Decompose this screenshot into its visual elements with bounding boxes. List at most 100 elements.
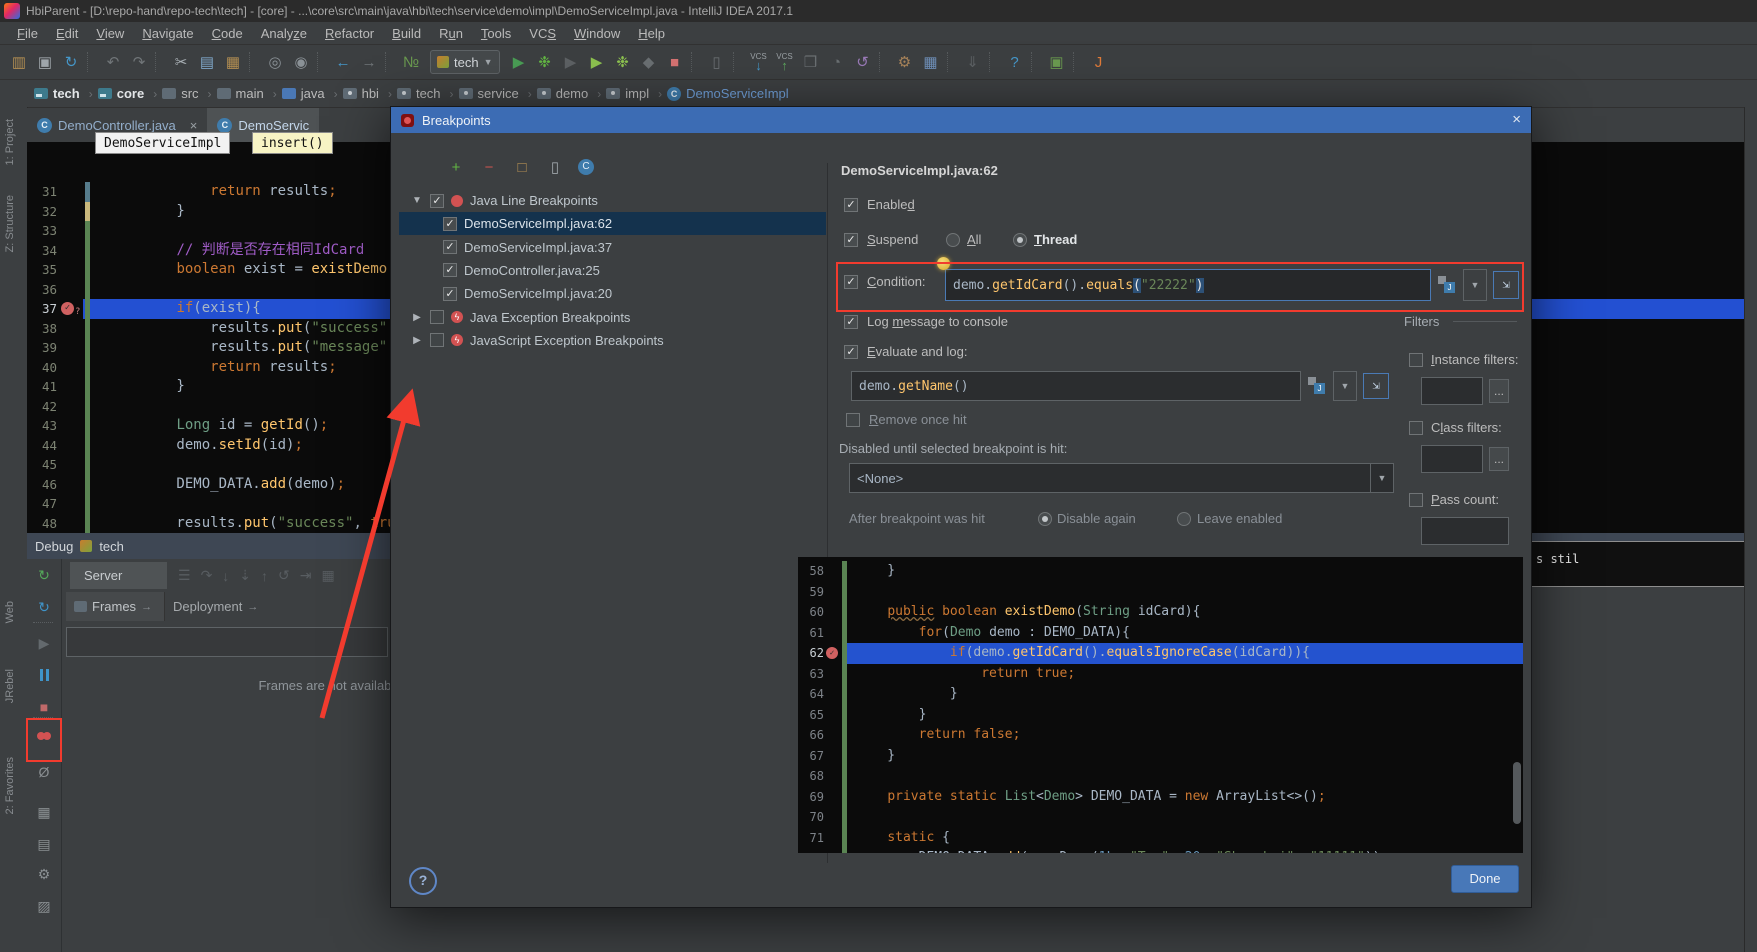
breadcrumb-demo[interactable]: demo (537, 86, 589, 101)
view-table-icon[interactable]: ▦ (322, 567, 335, 584)
breadcrumb-src[interactable]: src (162, 86, 198, 101)
line-number[interactable]: 66 (798, 725, 824, 746)
save-all-icon[interactable]: ▣ (32, 50, 58, 74)
breakpoint-item-demoserviceimpl-java-37[interactable]: ✓DemoServiceImpl.java:37 (399, 236, 826, 259)
chevron-right-icon[interactable]: ▶ (411, 335, 423, 346)
menu-item-tools[interactable]: Tools (472, 24, 520, 43)
item-checkbox[interactable]: ✓ (443, 240, 457, 254)
breakpoint-item-javascript-exception-breakpoints[interactable]: ▶✓ϟJavaScript Exception Breakpoints (399, 329, 826, 352)
suspend-checkbox[interactable]: ✓ (844, 233, 858, 247)
remove-once-checkbox[interactable]: ✓ (846, 413, 860, 427)
cut-icon[interactable]: ✂ (168, 50, 194, 74)
find-icon[interactable]: ◎ (262, 50, 288, 74)
evaluate-input[interactable]: demo.getName() (851, 371, 1301, 401)
line-number[interactable]: 41 (27, 377, 57, 397)
group-by-package-button[interactable]: □ (512, 157, 532, 177)
class-filters-checkbox[interactable]: ✓ (1409, 421, 1423, 435)
stop-icon[interactable]: ■ (662, 50, 688, 74)
step-into-icon[interactable]: ↓ (222, 568, 229, 584)
close-icon[interactable]: × (1512, 111, 1521, 128)
item-checkbox[interactable]: ✓ (443, 287, 457, 301)
breadcrumb-service[interactable]: service (459, 86, 519, 101)
menu-item-analy-ze[interactable]: Analyze (252, 24, 316, 43)
class-filters-input[interactable] (1421, 445, 1483, 473)
breadcrumb-tech[interactable]: tech (34, 86, 80, 101)
tab-frames[interactable]: Frames → (66, 592, 164, 621)
item-checkbox[interactable]: ✓ (443, 263, 457, 277)
restore-layout-button[interactable]: ▦ (31, 800, 57, 824)
group-by-file-button[interactable]: ▯ (545, 157, 565, 177)
tool-button-z-structure[interactable]: Z: Structure (4, 195, 16, 252)
pass-count-checkbox[interactable]: ✓ (1409, 493, 1423, 507)
dialog-title-bar[interactable]: Breakpoints × (391, 107, 1531, 133)
menu-item-refactor[interactable]: Refactor (316, 24, 383, 43)
debug-jrebel-icon[interactable]: ❉ (610, 50, 636, 74)
copy-icon[interactable]: ▤ (194, 50, 220, 74)
add-breakpoint-button[interactable]: + (446, 157, 466, 177)
instance-filters-checkbox[interactable]: ✓ (1409, 353, 1423, 367)
conditional-breakpoint-icon[interactable]: ✓ (61, 302, 74, 315)
disable-again-radio[interactable] (1038, 512, 1052, 526)
breakpoint-item-demoserviceimpl-java-20[interactable]: ✓DemoServiceImpl.java:20 (399, 282, 826, 305)
line-number[interactable]: 59 (798, 582, 824, 603)
resume-button[interactable]: ▶ (31, 631, 57, 655)
line-number[interactable]: 36 (27, 280, 57, 300)
line-number[interactable]: 47 (27, 494, 57, 514)
evaluate-checkbox[interactable]: ✓ (844, 345, 858, 359)
open-folder-icon[interactable]: ▥ (6, 50, 32, 74)
tool-button-jrebel[interactable]: JRebel (4, 669, 16, 703)
line-number[interactable]: 72 (798, 848, 824, 853)
close-window-button[interactable]: ▨ (31, 894, 57, 918)
line-number[interactable]: 46 (27, 475, 57, 495)
pass-count-input[interactable] (1421, 517, 1509, 545)
help-icon[interactable]: ? (1002, 50, 1028, 74)
line-number[interactable]: 60 (798, 602, 824, 623)
leave-enabled-radio[interactable] (1177, 512, 1191, 526)
breakpoint-item-democontroller-java-25[interactable]: ✓DemoController.java:25 (399, 259, 826, 282)
line-number[interactable]: 69 (798, 787, 824, 808)
breakpoint-item-demoserviceimpl-java-62[interactable]: ✓DemoServiceImpl.java:62 (399, 212, 826, 235)
breadcrumb-impl[interactable]: impl (606, 86, 649, 101)
breadcrumb-hbi[interactable]: hbi (343, 86, 379, 101)
chevron-down-icon[interactable]: ▼ (411, 195, 423, 206)
menu-item-navigate[interactable]: Navigate (133, 24, 202, 43)
breakpoint-item-java-line-breakpoints[interactable]: ▼✓Java Line Breakpoints (399, 189, 826, 212)
line-number[interactable]: 35 (27, 260, 57, 280)
back-icon[interactable]: ← (330, 50, 356, 74)
export-icon[interactable]: ⇓ (960, 50, 986, 74)
item-checkbox[interactable]: ✓ (430, 194, 444, 208)
vcs-update-button[interactable]: VCS↓ (746, 53, 772, 72)
line-number[interactable]: 40 (27, 358, 57, 378)
profile-icon[interactable]: ◆ (636, 50, 662, 74)
refresh-button[interactable]: ↻ (31, 595, 57, 619)
line-number[interactable]: 43 (27, 416, 57, 436)
tool-button-1-project[interactable]: 1: Project (4, 119, 16, 165)
menu-item-vc-s[interactable]: VCS (520, 24, 565, 43)
line-number[interactable]: 58 (798, 561, 824, 582)
item-checkbox[interactable]: ✓ (430, 333, 444, 347)
project-structure-icon[interactable]: ▦ (918, 50, 944, 74)
step-over-icon[interactable]: ↷ (201, 567, 213, 584)
save-and-sync-icon[interactable]: ▣ (1044, 50, 1070, 74)
remove-breakpoint-button[interactable]: − (479, 157, 499, 177)
run-icon[interactable]: ▶ (506, 50, 532, 74)
done-button[interactable]: Done (1451, 865, 1519, 893)
nav-popup-class[interactable]: DemoServiceImpl (95, 132, 230, 154)
expand-editor-icon[interactable]: ⇲ (1363, 373, 1389, 399)
line-number[interactable]: 44 (27, 436, 57, 456)
menu-item-window[interactable]: Window (565, 24, 629, 43)
redo-icon[interactable]: ↷ (126, 50, 152, 74)
settings-gear-button[interactable]: ⚙ (31, 862, 57, 886)
synchronize-icon[interactable]: ↻ (58, 50, 84, 74)
pause-button[interactable] (31, 663, 57, 687)
suspend-all-radio[interactable] (946, 233, 960, 247)
run-coverage-icon[interactable]: ▶ (558, 50, 584, 74)
paste-icon[interactable]: ▦ (220, 50, 246, 74)
close-icon[interactable]: × (190, 118, 198, 133)
tab-deployment[interactable]: Deployment → (164, 592, 270, 621)
forward-icon[interactable]: → (356, 50, 382, 74)
debug-icon[interactable]: ❉ (532, 50, 558, 74)
line-number[interactable]: 37 (27, 299, 57, 319)
line-number[interactable]: 61 (798, 623, 824, 644)
revert-icon[interactable]: ↺ (850, 50, 876, 74)
